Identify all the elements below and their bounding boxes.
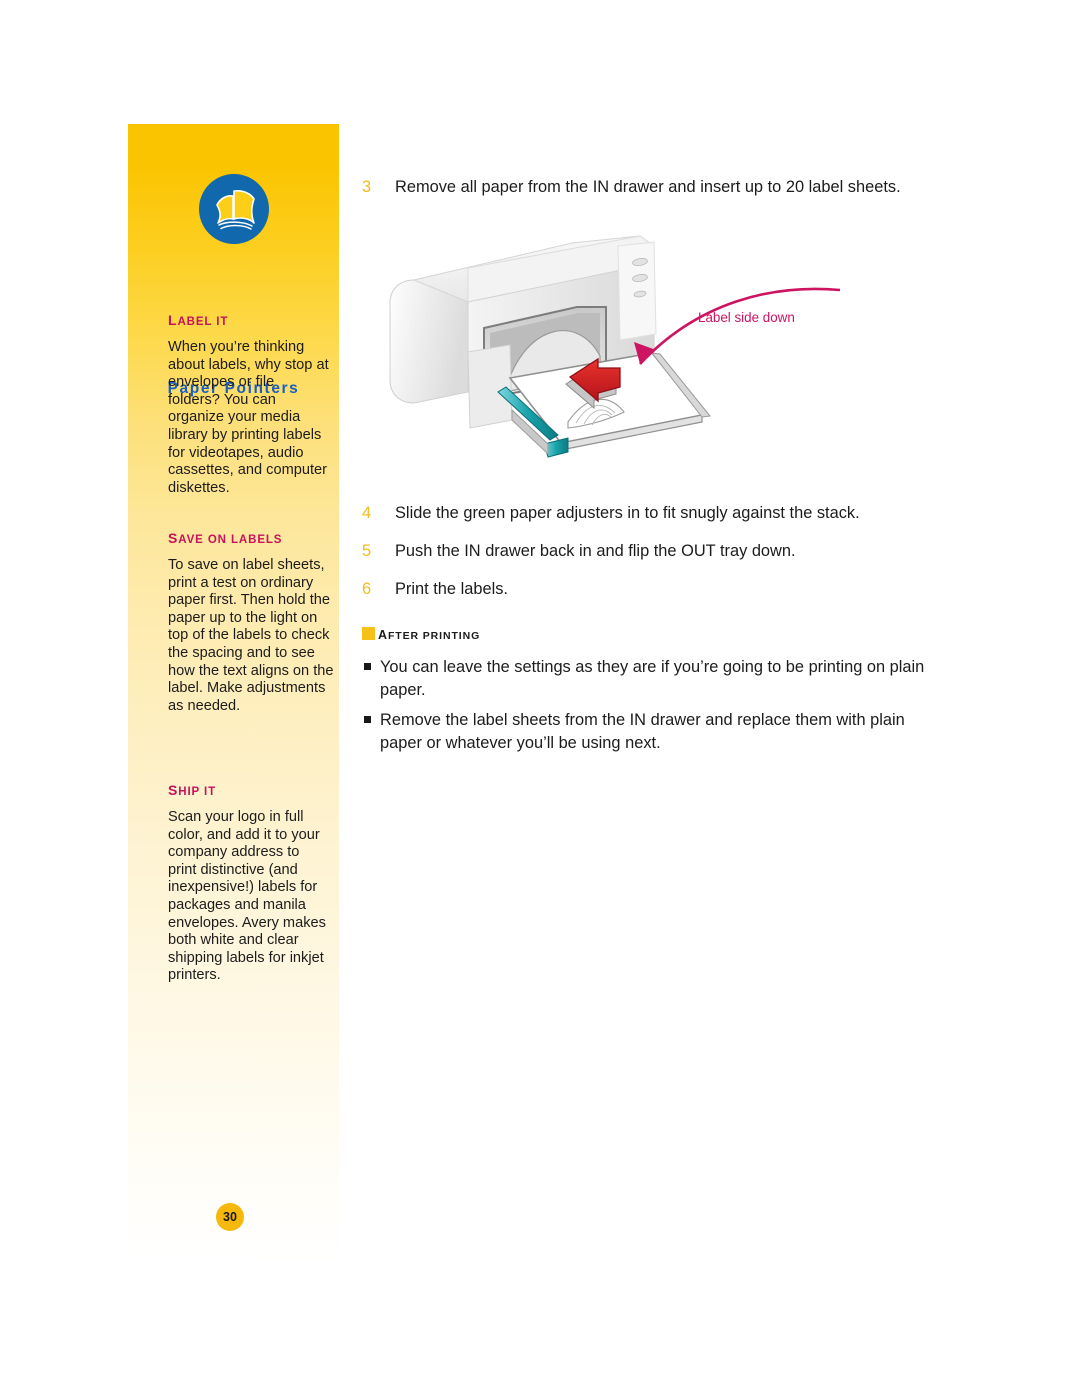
sidebar-section-save-on-labels: SAVE ON LABELS To save on label sheets, … <box>168 530 334 715</box>
list-item-text: You can leave the settings as they are i… <box>380 658 925 699</box>
sidebar-section-label-it: LABEL IT When you’re thinking about labe… <box>168 312 330 497</box>
step-item: 4 Slide the green paper adjusters in to … <box>362 502 955 524</box>
sidebar-logo <box>128 174 339 249</box>
label-side-down-callout-text: Label side down <box>698 310 795 325</box>
step-number: 5 <box>362 542 372 560</box>
step-item: 3 Remove all paper from the IN drawer an… <box>362 176 955 198</box>
page-number-badge: 30 <box>216 1203 244 1231</box>
sidebar-section-heading: SAVE ON LABELS <box>168 530 283 546</box>
sidebar-section-body: Scan your logo in full color, and add it… <box>168 809 326 984</box>
sidebar-section-heading: SHIP IT <box>168 782 217 798</box>
paper-pointers-sidebar: Paper Pointers LABEL IT When you’re thin… <box>128 124 339 1264</box>
list-item: Remove the label sheets from the IN draw… <box>362 709 945 754</box>
step-number: 6 <box>362 580 372 598</box>
step-text: Remove all paper from the IN drawer and … <box>395 178 901 196</box>
step-text: Slide the green paper adjusters in to fi… <box>395 504 860 522</box>
sidebar-section-body: To save on label sheets, print a test on… <box>168 557 334 714</box>
step-number: 4 <box>362 504 372 522</box>
after-printing-heading: AFTER PRINTING <box>362 626 480 644</box>
square-bullet-icon <box>364 716 371 723</box>
sidebar-section-heading: LABEL IT <box>168 312 229 328</box>
in-drawer-left-wall <box>467 344 513 429</box>
printer-control-panel <box>617 241 657 341</box>
sidebar-section-ship-it: SHIP IT Scan your logo in full color, an… <box>168 782 328 985</box>
sidebar-section-body: When you’re thinking about labels, why s… <box>168 339 329 496</box>
step-text: Push the IN drawer back in and flip the … <box>395 542 796 560</box>
step-item: 5 Push the IN drawer back in and flip th… <box>362 540 955 562</box>
list-item: You can leave the settings as they are i… <box>362 656 945 701</box>
step-item: 6 Print the labels. <box>362 578 955 600</box>
yellow-square-icon <box>362 627 375 640</box>
list-item-text: Remove the label sheets from the IN draw… <box>380 711 905 752</box>
step-text: Print the labels. <box>395 580 508 598</box>
inkjet-printer-loading-labels-illustration <box>372 206 852 496</box>
step-number: 3 <box>362 178 372 196</box>
square-bullet-icon <box>364 663 371 670</box>
fanned-pages-icon <box>198 174 269 244</box>
label-side-down-callout-arrow <box>639 287 841 365</box>
